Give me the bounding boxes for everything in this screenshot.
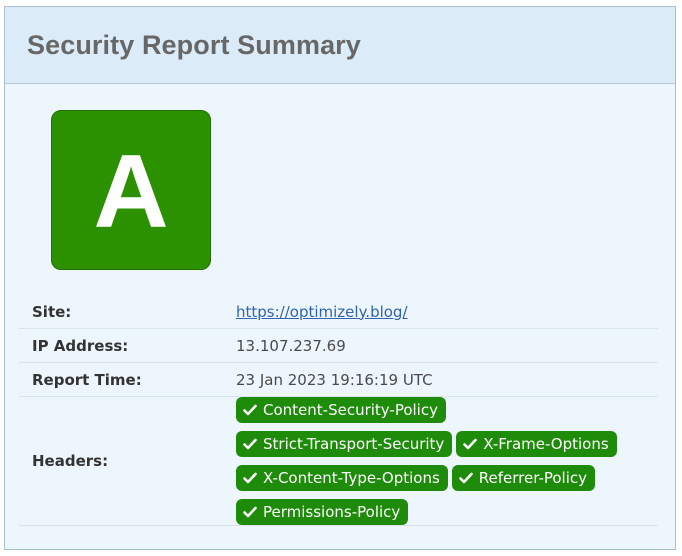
ip-label: IP Address: [19,328,236,363]
site-label: Site: [19,295,236,329]
header-badge: Strict-Transport-Security [236,431,453,457]
report-time-row: Report Time: 23 Jan 2023 19:16:19 UTC [19,362,658,397]
header-badge-label: Permissions-Policy [263,503,401,521]
header-badge-label: Referrer-Policy [478,469,588,487]
page-title: Security Report Summary [27,29,361,60]
report-info-table: Site: https://optimizely.blog/ IP Addres… [19,295,658,526]
header-badge: X-Frame-Options [456,431,617,457]
header-badge-label: Strict-Transport-Security [263,435,445,453]
security-report-panel: Security Report Summary A Site: https://… [4,6,676,550]
check-icon [463,438,478,450]
site-link[interactable]: https://optimizely.blog/ [236,303,408,321]
check-icon [243,506,257,518]
headers-label: Headers: [19,396,236,526]
header-badge: Content-Security-Policy [236,397,446,423]
ip-row: IP Address: 13.107.237.69 [19,328,658,363]
grade-badge: A [51,110,211,270]
header-badges: Content-Security-Policy Strict-Transport-… [236,397,646,525]
check-icon [243,472,257,484]
ip-value: 13.107.237.69 [236,328,658,363]
site-row: Site: https://optimizely.blog/ [19,295,658,329]
header-badge-label: Content-Security-Policy [263,401,438,419]
grade-letter: A [93,134,169,250]
check-icon [243,438,257,450]
headers-row: Headers: Content-Security-Policy Strict-T… [19,396,658,526]
header-badge-label: X-Content-Type-Options [263,469,440,487]
check-icon [243,404,257,416]
header-badge: Referrer-Policy [451,465,596,491]
header-badge: X-Content-Type-Options [236,465,448,491]
header-badge-label: X-Frame-Options [483,435,609,453]
report-time-label: Report Time: [19,362,236,397]
panel-header: Security Report Summary [5,7,675,84]
check-icon [458,472,473,484]
report-time-value: 23 Jan 2023 19:16:19 UTC [236,362,658,397]
header-badge: Permissions-Policy [236,499,409,525]
